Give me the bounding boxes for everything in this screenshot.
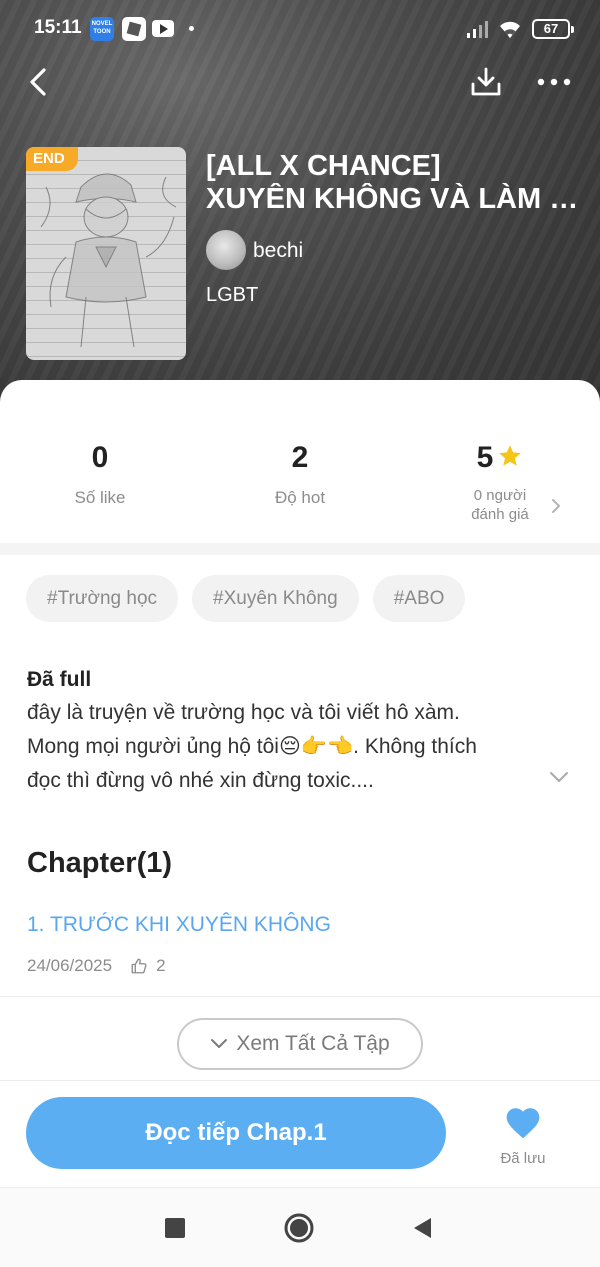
author-name[interactable]: bechi [253,239,303,263]
chapter-date: 24/06/2025 [27,956,113,975]
home-button[interactable] [283,1212,315,1244]
status-time: 15:11 [34,17,82,38]
recent-apps-button[interactable] [159,1212,191,1244]
more-icon [537,78,571,86]
description: Đã full đây là truyện về trường học và t… [27,663,547,798]
novel-toon-icon: NOVEL TOON [90,17,114,41]
rating-value: 5 [476,441,494,474]
view-all-chapters-button[interactable]: Xem Tất Cả Tập [177,1018,423,1070]
chevron-down-icon [211,1039,228,1048]
likes-label: Số like [74,488,126,507]
status-bar: 15:11 NOVEL TOON 67 [0,0,600,58]
genre-label[interactable]: LGBT [206,284,258,307]
author-avatar[interactable] [206,230,246,270]
chevron-left-icon [30,68,46,96]
circle-icon [284,1213,314,1243]
battery-indicator: 67 [532,19,574,39]
book-cover[interactable] [26,147,186,360]
signal-icon [467,21,488,38]
hot-label: Độ hot [274,488,326,507]
tag-chip[interactable]: #ABO [372,575,466,622]
triangle-back-icon [414,1218,431,1238]
youtube-icon [152,20,174,37]
expand-description-icon[interactable] [548,770,570,784]
saved-label[interactable]: Đã lưu [470,1150,576,1167]
likes-stat: 0 Số like [0,438,200,508]
system-navigation-bar [0,1187,600,1267]
stats-row: 0 Số like 2 Độ hot 5 0 người đánh giá [0,438,600,538]
thumbs-up-icon [130,957,148,975]
completed-badge: END [26,147,78,171]
chevron-right-icon[interactable] [550,496,562,516]
book-title: [ALL X CHANCE] XUYÊN KHÔNG VÀ LÀM N... [206,150,586,216]
description-line: Mong mọi người ủng hộ tôi😔👉👈. Không thíc… [27,735,477,758]
download-button[interactable] [464,60,508,104]
rating-count-line1: 0 người [473,487,527,504]
notification-dot-icon [189,26,194,31]
rating-stat[interactable]: 5 0 người đánh giá [400,438,600,524]
divider [0,996,600,997]
novel-detail-screen: 15:11 NOVEL TOON 67 END [ALL X CHANCE] X… [0,0,600,1267]
tag-list: #Trường học #Xuyên Không #ABO [26,575,466,622]
square-icon [165,1218,185,1238]
view-all-label: Xem Tất Cả Tập [236,1032,390,1055]
description-line: đây là truyện về trường học và tôi viết … [27,701,460,724]
back-nav-button[interactable] [406,1212,438,1244]
book-title-line2: XUYÊN KHÔNG VÀ LÀM N... [206,183,586,215]
chapter-item-meta: 24/06/2025 2 [27,956,166,976]
hot-count: 2 [291,441,309,474]
chapter-item-title[interactable]: 1. TRƯỚC KHI XUYÊN KHÔNG [27,913,331,937]
roblox-icon [122,17,146,41]
likes-count: 0 [91,441,109,474]
heart-icon[interactable] [503,1104,543,1140]
section-divider [0,543,600,555]
tag-chip[interactable]: #Trường học [26,575,179,622]
continue-reading-button[interactable]: Đọc tiếp Chap.1 [26,1097,446,1169]
divider [0,1080,600,1081]
rating-value-row: 5 [400,438,600,478]
tag-chip[interactable]: #Xuyên Không [192,575,359,622]
back-button[interactable] [16,60,60,104]
hot-stat: 2 Độ hot [200,438,400,508]
more-options-button[interactable] [532,60,576,104]
cover-illustration [40,173,177,348]
book-title-line1: [ALL X CHANCE] [206,150,441,182]
chapter-like-count: 2 [156,956,166,975]
star-icon [499,445,522,466]
download-icon [471,67,501,96]
rating-count-line2: đánh giá [471,506,529,523]
wifi-icon [500,21,520,38]
chapter-section-title: Chapter(1) [27,847,173,879]
description-heading: Đã full [27,668,92,691]
description-line: đọc thì đừng vô nhé xin đừng toxic.... [27,769,374,792]
